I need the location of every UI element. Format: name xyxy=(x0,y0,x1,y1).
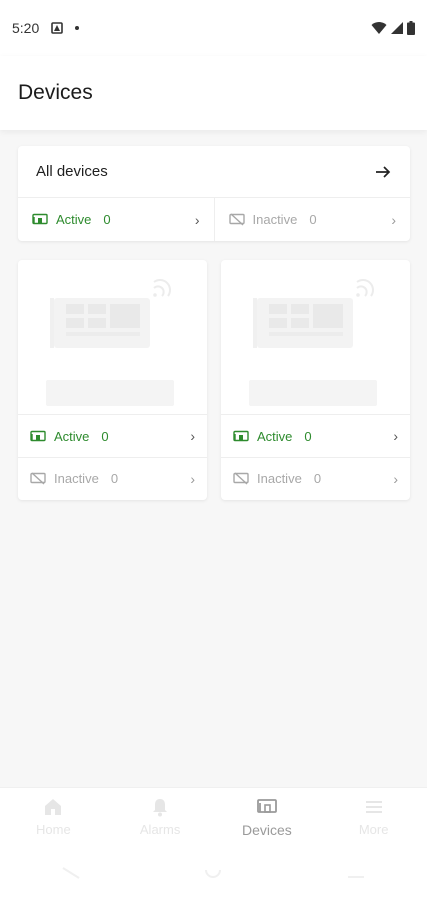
group-inactive-button[interactable]: Inactive 0 › xyxy=(18,457,207,499)
device-active-icon xyxy=(30,430,46,441)
chevron-right-icon: › xyxy=(391,211,396,228)
group-active-button[interactable]: Active 0 › xyxy=(18,415,207,457)
chevron-right-icon: › xyxy=(190,470,195,487)
chevron-right-icon: › xyxy=(393,470,398,487)
devices-content: All devices Active 0 › Inactive 0 › Acti… xyxy=(0,130,427,787)
device-active-icon xyxy=(32,213,48,225)
signal-icon xyxy=(391,22,403,34)
active-count: 0 xyxy=(101,428,109,444)
device-inactive-icon xyxy=(233,472,249,485)
inactive-count: 0 xyxy=(309,212,317,227)
devices-icon xyxy=(256,798,277,813)
group-active-button[interactable]: Active 0 › xyxy=(221,415,410,457)
active-label: Active xyxy=(257,428,293,444)
device-group-name-placeholder xyxy=(46,380,174,406)
inactive-count: 0 xyxy=(313,471,322,486)
app-bar: Devices xyxy=(0,56,427,130)
inactive-label: Inactive xyxy=(257,471,302,486)
nav-item-devices[interactable]: Devices xyxy=(214,788,321,845)
bell-icon xyxy=(153,799,168,817)
all-devices-inactive-button[interactable]: Inactive 0 › xyxy=(213,198,411,241)
home-icon xyxy=(45,799,62,815)
arrow-right-icon xyxy=(376,165,391,178)
notification-dot-icon xyxy=(75,26,80,30)
device-group-name-placeholder xyxy=(249,380,377,406)
device-active-icon xyxy=(233,430,249,441)
device-group-card[interactable]: Active 0 › Inactive 0 › xyxy=(18,260,207,500)
active-label: Active xyxy=(56,212,92,227)
all-devices-button[interactable]: All devices xyxy=(18,146,410,198)
home-circle-icon[interactable] xyxy=(203,866,223,880)
status-time: 5:20 xyxy=(12,20,40,36)
all-devices-card: All devices Active 0 › Inactive 0 › xyxy=(18,146,410,241)
active-count: 0 xyxy=(304,428,312,444)
chevron-right-icon: › xyxy=(393,428,398,444)
page-title: Devices xyxy=(18,81,93,104)
nav-item-more[interactable]: More xyxy=(320,788,427,845)
device-inactive-icon xyxy=(30,472,46,485)
inactive-label: Inactive xyxy=(252,212,298,227)
active-count: 0 xyxy=(103,212,111,227)
bottom-nav: Home Alarms Devices More xyxy=(0,787,427,845)
inactive-count: 0 xyxy=(110,471,119,486)
all-devices-active-button[interactable]: Active 0 › xyxy=(18,198,214,241)
notification-icon xyxy=(51,22,64,34)
nav-item-home[interactable]: Home xyxy=(0,788,107,845)
nav-item-label: Devices xyxy=(241,821,292,838)
chevron-right-icon: › xyxy=(194,211,200,228)
active-label: Active xyxy=(54,428,90,444)
recents-icon[interactable] xyxy=(346,866,366,880)
nav-item-label: More xyxy=(358,822,389,837)
nav-item-label: Alarms xyxy=(139,822,181,837)
back-icon[interactable] xyxy=(61,866,81,880)
all-devices-label: All devices xyxy=(36,163,108,180)
group-inactive-button[interactable]: Inactive 0 › xyxy=(221,457,410,499)
menu-icon xyxy=(365,801,382,813)
battery-icon xyxy=(407,21,415,35)
device-group-image xyxy=(221,260,410,415)
chevron-right-icon: › xyxy=(190,428,195,444)
inactive-label: Inactive xyxy=(54,471,99,486)
device-group-image xyxy=(18,260,207,415)
nav-item-label: Home xyxy=(36,822,71,837)
wifi-icon xyxy=(371,22,387,34)
device-group-card[interactable]: Active 0 › Inactive 0 › xyxy=(221,260,410,500)
device-inactive-icon xyxy=(228,213,245,226)
nav-item-alarms[interactable]: Alarms xyxy=(107,788,214,845)
device-placeholder-icon xyxy=(253,279,374,348)
status-bar: 5:20 xyxy=(0,0,427,56)
system-navigation-bar xyxy=(0,845,427,900)
device-placeholder-icon xyxy=(50,279,171,348)
